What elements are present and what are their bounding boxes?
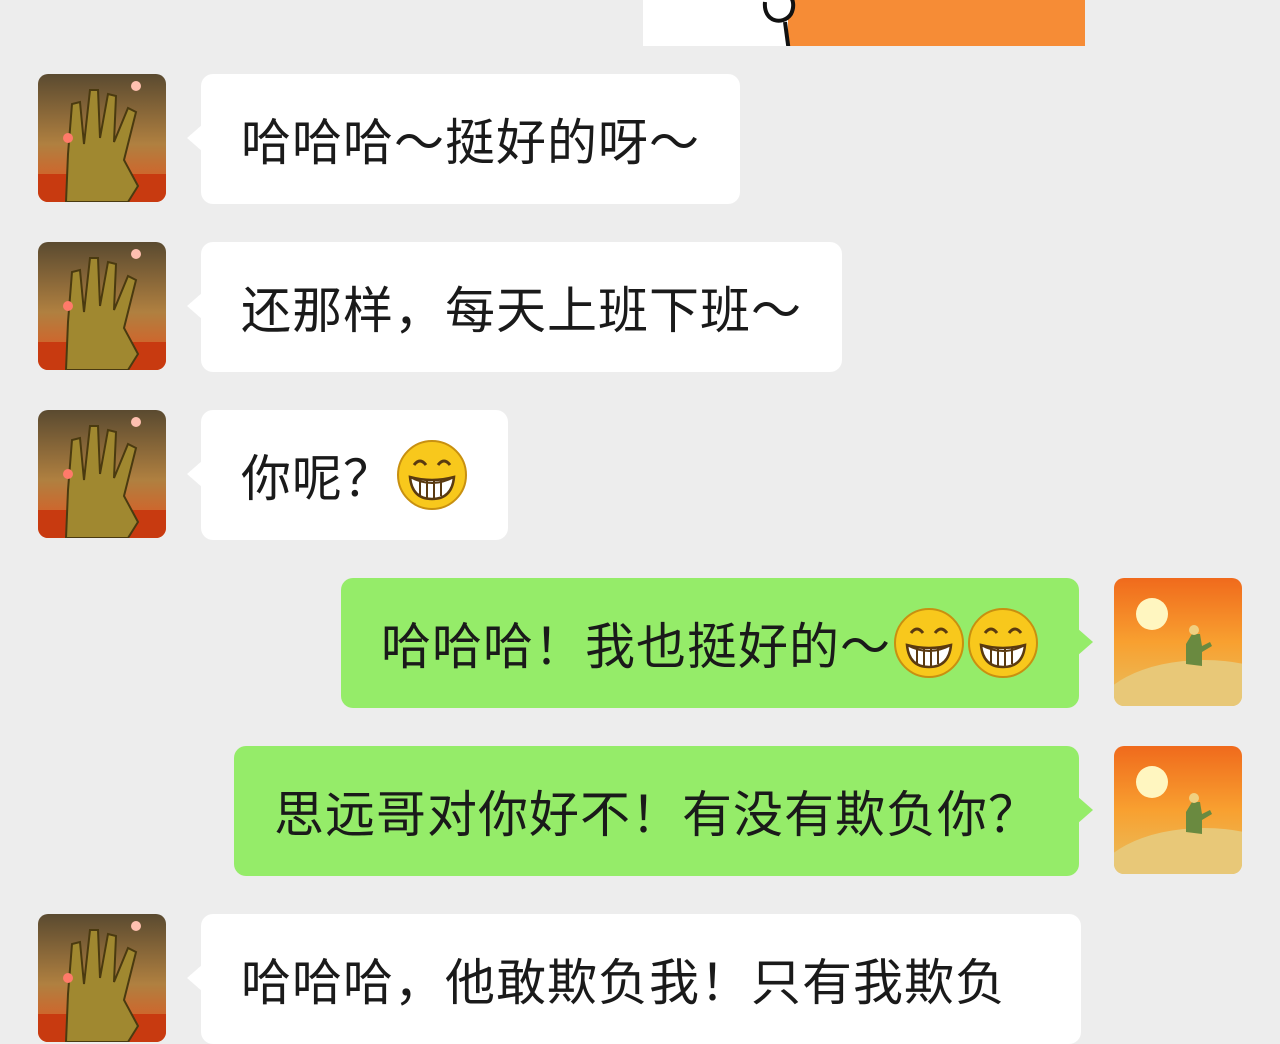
outgoing-message-bubble[interactable]: 思远哥对你好不！有没有欺负你？ [234, 746, 1093, 876]
self-avatar[interactable] [1114, 578, 1242, 706]
message-row: 哈哈哈，他敢欺负我！只有我欺负 [0, 914, 1280, 1044]
message-row: 思远哥对你好不！有没有欺负你？ [0, 746, 1280, 876]
message-text: 思远哥对你好不！有没有欺负你？ [274, 786, 1039, 844]
contact-avatar[interactable] [38, 410, 166, 538]
message-text: 还那样，每天上班下班～ [241, 282, 802, 340]
sticker-character-icon [762, 0, 796, 46]
incoming-message-bubble[interactable]: 你呢？ [187, 410, 508, 540]
message-text: 哈哈哈～挺好的呀～ [241, 114, 700, 172]
sticker-image[interactable] [643, 0, 1085, 46]
message-text: 哈哈哈！我也挺好的～ [381, 618, 891, 676]
contact-avatar[interactable] [38, 74, 166, 202]
grin-emoji-icon [397, 440, 467, 510]
message-row: 你呢？ [0, 410, 1280, 540]
little-prince-sunset-avatar-icon [1114, 746, 1242, 874]
hand-sunset-avatar-icon [38, 242, 166, 370]
message-row: 还那样，每天上班下班～ [0, 242, 1280, 372]
hand-sunset-avatar-icon [38, 914, 166, 1042]
sticker-orange-panel [788, 0, 1085, 46]
contact-avatar[interactable] [38, 242, 166, 370]
message-row: 哈哈哈！我也挺好的～ [0, 578, 1280, 708]
self-avatar[interactable] [1114, 746, 1242, 874]
message-text: 哈哈哈，他敢欺负我！只有我欺负 [241, 954, 1006, 1012]
incoming-message-bubble[interactable]: 还那样，每天上班下班～ [187, 242, 842, 372]
contact-avatar[interactable] [38, 914, 166, 1042]
incoming-message-bubble[interactable]: 哈哈哈，他敢欺负我！只有我欺负 [187, 914, 1081, 1044]
message-row: 哈哈哈～挺好的呀～ [0, 74, 1280, 204]
message-text: 你呢？ [241, 450, 394, 508]
hand-sunset-avatar-icon [38, 74, 166, 202]
incoming-message-bubble[interactable]: 哈哈哈～挺好的呀～ [187, 74, 740, 204]
grin-emoji-icon [894, 608, 964, 678]
grin-emoji-icon [968, 608, 1038, 678]
little-prince-sunset-avatar-icon [1114, 578, 1242, 706]
hand-sunset-avatar-icon [38, 410, 166, 538]
outgoing-message-bubble[interactable]: 哈哈哈！我也挺好的～ [341, 578, 1093, 708]
